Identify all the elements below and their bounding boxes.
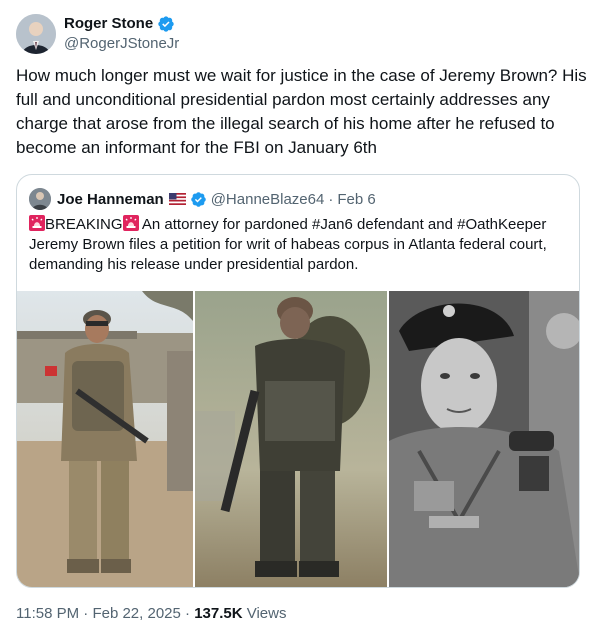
meta-separator: · <box>83 605 89 622</box>
tweet-header: Roger Stone @RogerJStoneJr <box>16 12 179 56</box>
quoted-author-name[interactable]: Joe Hanneman <box>57 191 164 208</box>
photo-soldier-desert[interactable] <box>17 291 193 587</box>
siren-icon <box>122 215 139 231</box>
media-grid <box>17 291 579 587</box>
quoted-author-handle[interactable]: @HanneBlaze64 <box>211 191 325 208</box>
meta-separator: · <box>185 605 191 622</box>
siren-icon <box>29 215 45 231</box>
photo-soldier-field[interactable] <box>195 291 387 587</box>
tweet-time[interactable]: 11:58 PM <box>16 605 79 622</box>
quoted-dot-separator: · <box>328 190 334 208</box>
photo-soldier-portrait-bw[interactable] <box>389 291 579 587</box>
quoted-tweet-date[interactable]: Feb 6 <box>337 191 375 208</box>
verified-badge-icon <box>190 191 206 207</box>
verified-badge-icon <box>158 16 174 32</box>
author-display-name[interactable]: Roger Stone <box>64 14 153 34</box>
tweet-text: How much longer must we wait for justice… <box>16 66 592 157</box>
views-label: Views <box>246 605 287 622</box>
author-avatar[interactable] <box>16 14 56 54</box>
tweet-date[interactable]: Feb 22, 2025 <box>92 605 180 622</box>
tweet-meta: 11:58 PM · Feb 22, 2025 · 137.5K Views <box>16 604 286 624</box>
quoted-tweet-text: BREAKING An attorney for pardoned #Jan6 … <box>29 215 569 275</box>
us-flag-icon <box>168 193 186 205</box>
views-count: 137.5K <box>194 605 243 622</box>
quoted-tweet-header: Joe Hanneman @HanneBlaze64 · Feb 6 <box>29 187 376 211</box>
quoted-tweet[interactable]: Joe Hanneman @HanneBlaze64 · Feb 6 BREAK… <box>16 174 580 588</box>
breaking-label: BREAKING <box>45 216 123 233</box>
author-handle[interactable]: @RogerJStoneJr <box>64 34 179 54</box>
quoted-author-avatar[interactable] <box>29 188 51 210</box>
